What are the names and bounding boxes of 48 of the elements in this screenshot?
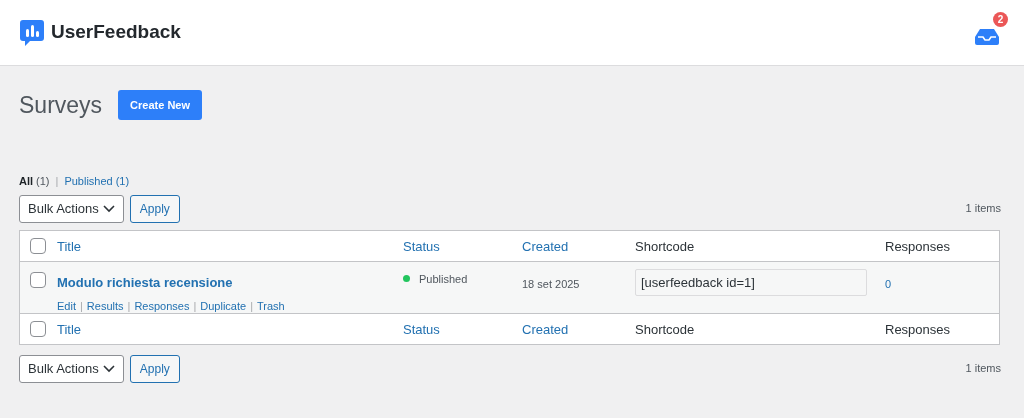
- filter-count: (1): [36, 174, 50, 189]
- row-action-link[interactable]: Edit: [57, 297, 76, 314]
- logo-icon: [19, 18, 45, 47]
- column-header-link[interactable]: Created: [522, 238, 569, 254]
- notification-badge: 2: [993, 11, 1008, 27]
- column-header: Responses: [885, 238, 951, 254]
- column-header-link[interactable]: Created: [522, 321, 569, 337]
- item-count: 1 items: [965, 201, 1001, 217]
- row-action-link[interactable]: Responses: [134, 297, 190, 314]
- filter-count: (1): [115, 174, 130, 189]
- inbox-icon[interactable]: [975, 27, 999, 45]
- filter-link[interactable]: Published: [64, 173, 113, 190]
- chevron-down-icon: [102, 364, 115, 373]
- checkbox[interactable]: [30, 237, 46, 254]
- column-header-link[interactable]: Status: [403, 321, 440, 337]
- column-header: Shortcode: [635, 321, 695, 337]
- item-count: 1 items: [965, 361, 1001, 377]
- brand-name: UserFeedback: [51, 20, 181, 45]
- create-new-button[interactable]: Create New: [118, 90, 202, 120]
- column-header-link[interactable]: Status: [403, 238, 440, 254]
- checkbox[interactable]: [30, 320, 46, 337]
- bulk-actions-select[interactable]: Bulk Actions: [19, 194, 124, 223]
- separator: |: [127, 298, 131, 314]
- column-header: Shortcode: [635, 238, 695, 254]
- row-action-link[interactable]: Results: [86, 297, 124, 314]
- responses-count-link[interactable]: 0: [885, 277, 892, 290]
- created-date: 18 set 2025: [522, 277, 580, 290]
- separator: |: [193, 298, 197, 314]
- column-header-link[interactable]: Title: [57, 321, 82, 337]
- column-header-link[interactable]: Title: [57, 238, 82, 254]
- status-text: Published: [419, 271, 468, 287]
- column-header: Responses: [885, 321, 951, 337]
- filter-link[interactable]: All: [19, 173, 34, 190]
- row-action-link[interactable]: Duplicate: [200, 297, 247, 314]
- separator: |: [79, 298, 83, 314]
- apply-button[interactable]: Apply: [129, 354, 180, 383]
- shortcode-field[interactable]: [userfeedback id=1]: [635, 268, 867, 296]
- select-value: Bulk Actions: [28, 199, 99, 218]
- separator: |: [55, 174, 59, 189]
- separator: |: [250, 298, 253, 314]
- checkbox[interactable]: [30, 271, 46, 288]
- row-action-link[interactable]: Trash: [257, 297, 285, 314]
- survey-title-link[interactable]: Modulo richiesta recensione: [57, 274, 233, 290]
- page-title: Surveys: [19, 90, 103, 120]
- bulk-actions-select[interactable]: Bulk Actions: [19, 354, 124, 383]
- apply-button[interactable]: Apply: [129, 194, 180, 223]
- select-value: Bulk Actions: [28, 359, 99, 378]
- chevron-down-icon: [102, 204, 115, 213]
